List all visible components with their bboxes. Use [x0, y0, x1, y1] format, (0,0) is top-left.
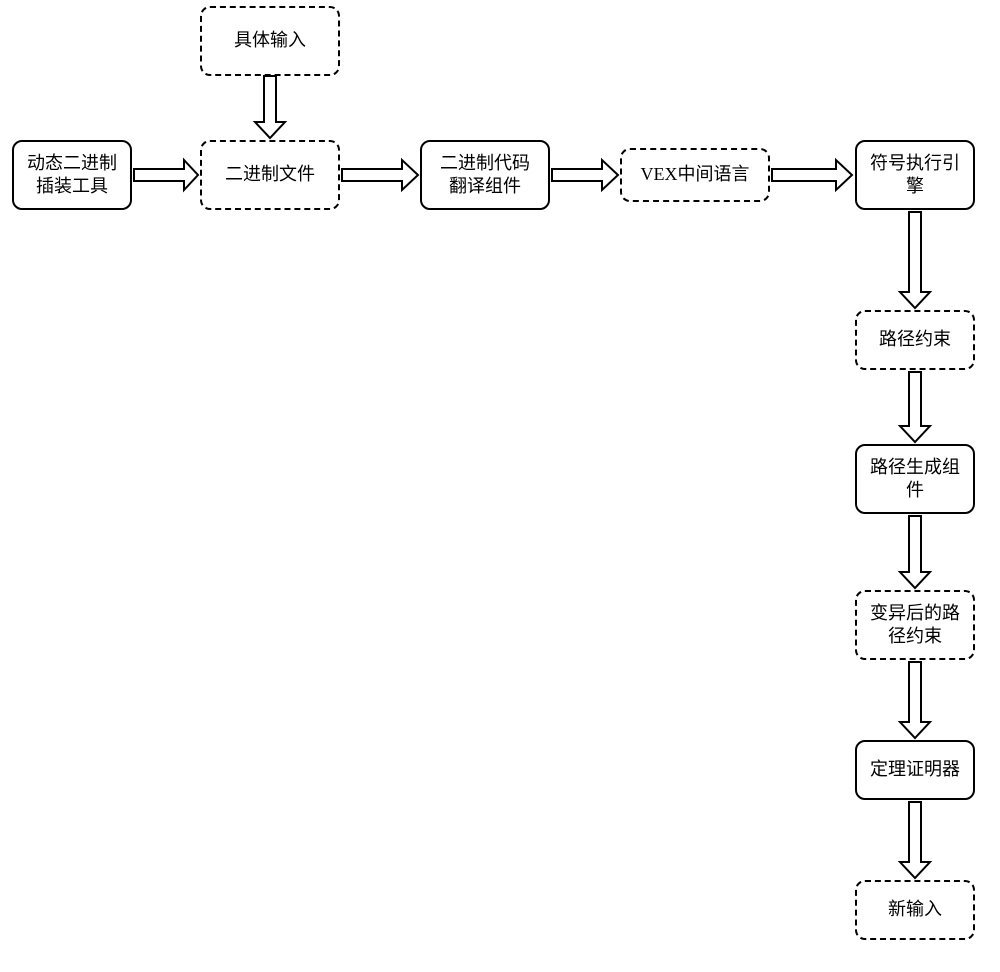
node-vex-ir: VEX中间语言: [620, 148, 770, 202]
node-label: 定理证明器: [870, 758, 960, 781]
arrow-prover-to-newinput: [900, 802, 930, 878]
arrow-vex-to-engine: [772, 160, 852, 190]
arrow-mutconstr-to-prover: [900, 662, 930, 738]
node-label: 具体输入: [234, 29, 306, 52]
node-label: 二进制文件: [225, 163, 315, 186]
node-instrumentation-tool: 动态二进制插装工具: [12, 140, 132, 210]
node-new-input: 新输入: [855, 880, 975, 940]
node-symbolic-engine: 符号执行引擎: [855, 140, 975, 210]
node-label: 变异后的路径约束: [867, 602, 963, 649]
arrow-pathconstr-to-pathgen: [900, 372, 930, 442]
node-label: 动态二进制插装工具: [24, 152, 120, 199]
node-label: VEX中间语言: [641, 163, 750, 186]
arrow-tool-to-binary: [134, 160, 198, 190]
node-mutated-constraints: 变异后的路径约束: [855, 590, 975, 660]
arrow-binary-to-trans: [342, 160, 418, 190]
node-binary-file: 二进制文件: [200, 140, 340, 210]
flowchart: 具体输入 动态二进制插装工具 二进制文件 二进制代码翻译组件 VEX中间语言 符…: [0, 0, 1000, 972]
node-label: 路径生成组件: [867, 456, 963, 503]
node-label: 符号执行引擎: [867, 152, 963, 199]
arrow-concrete-to-binary: [255, 76, 285, 138]
node-path-generation: 路径生成组件: [855, 444, 975, 514]
arrow-pathgen-to-mutconstr: [900, 516, 930, 588]
node-label: 二进制代码翻译组件: [432, 152, 538, 199]
node-label: 路径约束: [879, 328, 951, 351]
node-path-constraints: 路径约束: [855, 310, 975, 370]
node-concrete-input: 具体输入: [200, 6, 340, 76]
arrow-trans-to-vex: [552, 160, 618, 190]
node-translation-component: 二进制代码翻译组件: [420, 140, 550, 210]
node-theorem-prover: 定理证明器: [855, 740, 975, 800]
arrow-engine-to-pathconstr: [900, 212, 930, 308]
node-label: 新输入: [888, 898, 942, 921]
